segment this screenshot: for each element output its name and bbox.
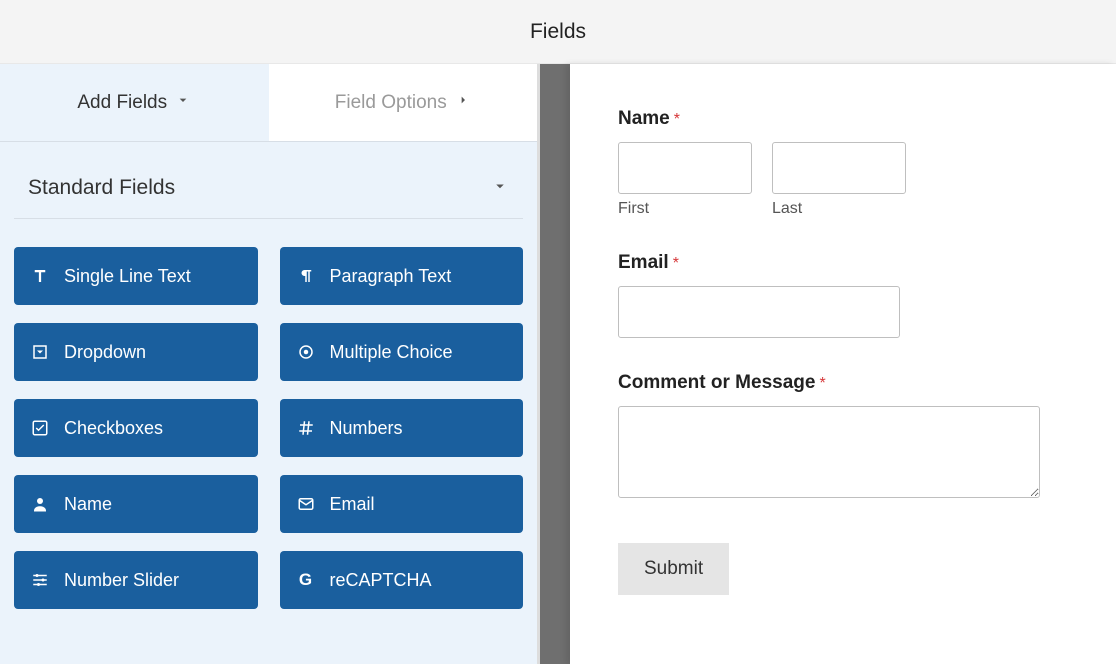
tab-field-options-label: Field Options — [335, 92, 447, 114]
message-label: Comment or Message — [618, 372, 815, 394]
field-recaptcha[interactable]: G reCAPTCHA — [280, 551, 524, 609]
field-numbers[interactable]: Numbers — [280, 399, 524, 457]
first-name-input[interactable] — [618, 142, 752, 194]
field-label: Dropdown — [64, 342, 146, 363]
hash-icon — [296, 419, 316, 437]
radio-icon — [296, 343, 316, 361]
required-mark: * — [674, 111, 680, 128]
form-preview: Name* First Last Email* Comment o — [570, 64, 1116, 664]
right-panel: Name* First Last Email* Comment o — [540, 64, 1116, 664]
fields-grid: Single Line Text Paragraph Text Dropdown… — [0, 219, 537, 609]
field-email[interactable]: Email — [280, 475, 524, 533]
field-checkboxes[interactable]: Checkboxes — [14, 399, 258, 457]
paragraph-icon — [296, 267, 316, 285]
name-field-row: Name* First Last — [618, 108, 1068, 218]
field-label: Number Slider — [64, 570, 179, 591]
email-label: Email — [618, 252, 669, 274]
message-input[interactable] — [618, 406, 1040, 498]
field-multiple-choice[interactable]: Multiple Choice — [280, 323, 524, 381]
field-label: Multiple Choice — [330, 342, 453, 363]
field-label: Checkboxes — [64, 418, 163, 439]
chevron-right-icon — [455, 92, 471, 114]
main: Add Fields Field Options Standard Fields — [0, 64, 1116, 664]
submit-label: Submit — [644, 558, 703, 579]
field-label: Name — [64, 494, 112, 515]
chevron-down-icon — [175, 92, 191, 114]
email-input[interactable] — [618, 286, 900, 338]
left-panel: Add Fields Field Options Standard Fields — [0, 64, 540, 664]
dropdown-icon — [30, 343, 50, 361]
page-title-text: Fields — [530, 20, 586, 44]
section-title: Standard Fields — [28, 176, 175, 200]
checkbox-icon — [30, 419, 50, 437]
message-field-row: Comment or Message* — [618, 372, 1068, 503]
email-field-row: Email* — [618, 252, 1068, 338]
field-paragraph-text[interactable]: Paragraph Text — [280, 247, 524, 305]
required-mark: * — [673, 255, 679, 272]
field-label: reCAPTCHA — [330, 570, 432, 591]
field-single-line-text[interactable]: Single Line Text — [14, 247, 258, 305]
sliders-icon — [30, 571, 50, 589]
tab-add-fields[interactable]: Add Fields — [0, 64, 269, 141]
chevron-down-icon — [491, 177, 509, 200]
page-title: Fields — [0, 0, 1116, 64]
field-name[interactable]: Name — [14, 475, 258, 533]
tab-field-options[interactable]: Field Options — [269, 64, 538, 141]
last-name-input[interactable] — [772, 142, 906, 194]
field-label: Numbers — [330, 418, 403, 439]
last-sublabel: Last — [772, 200, 906, 218]
field-dropdown[interactable]: Dropdown — [14, 323, 258, 381]
field-label: Single Line Text — [64, 266, 191, 287]
name-label: Name — [618, 108, 670, 130]
field-label: Email — [330, 494, 375, 515]
first-sublabel: First — [618, 200, 752, 218]
tab-add-fields-label: Add Fields — [77, 92, 167, 114]
field-label: Paragraph Text — [330, 266, 452, 287]
required-mark: * — [819, 375, 825, 392]
section-standard-fields[interactable]: Standard Fields — [14, 142, 523, 219]
tab-row: Add Fields Field Options — [0, 64, 537, 142]
g-icon: G — [296, 570, 316, 590]
text-icon — [30, 267, 50, 285]
field-number-slider[interactable]: Number Slider — [14, 551, 258, 609]
user-icon — [30, 495, 50, 513]
submit-button[interactable]: Submit — [618, 543, 729, 595]
mail-icon — [296, 495, 316, 513]
